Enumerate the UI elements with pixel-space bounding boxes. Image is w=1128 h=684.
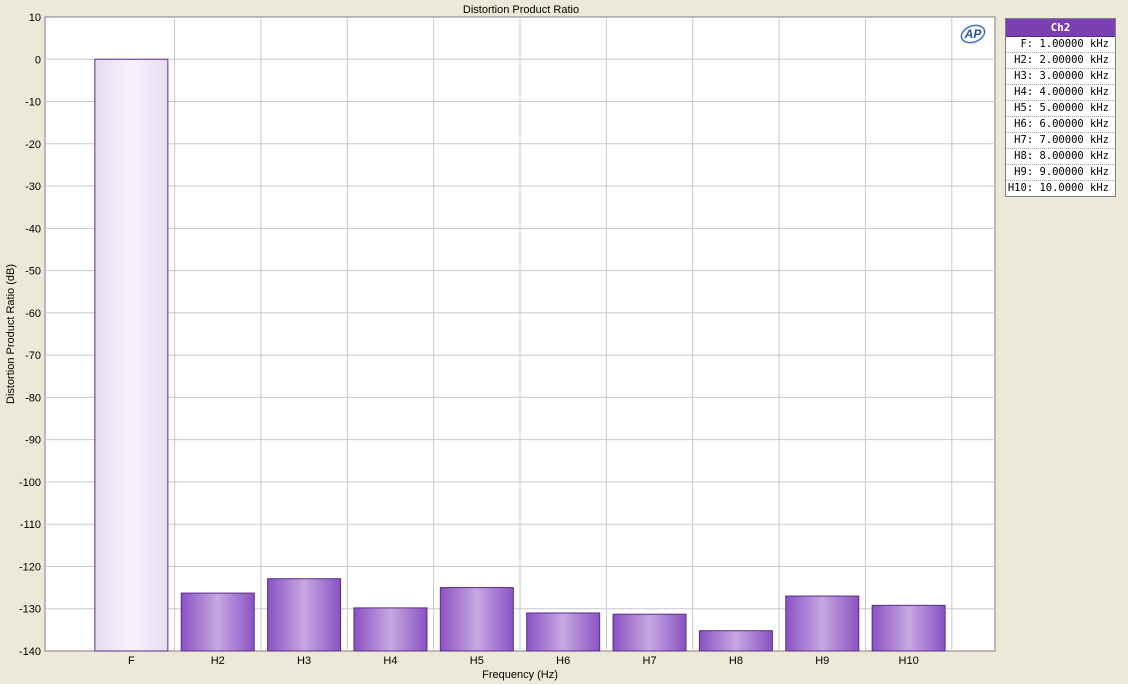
x-tick-label: H2 xyxy=(211,655,225,667)
x-tick-label: F xyxy=(128,655,135,667)
y-tick-label: -90 xyxy=(25,435,41,447)
bar-h4[interactable] xyxy=(353,607,428,652)
legend-header[interactable]: Ch2 xyxy=(1006,19,1115,37)
legend-item: H2: 2.00000 kHz xyxy=(1006,53,1115,69)
x-tick-label: H7 xyxy=(643,655,657,667)
bar-h9[interactable] xyxy=(785,595,860,652)
x-tick-label: H6 xyxy=(556,655,570,667)
y-tick-label: -40 xyxy=(25,223,41,235)
y-tick-label: -130 xyxy=(19,604,41,616)
legend-item: H10: 10.0000 kHz xyxy=(1007,182,1109,194)
y-tick-label: -30 xyxy=(25,181,41,193)
legend-item: F: 1.00000 kHz xyxy=(1006,37,1115,53)
y-tick-label: 0 xyxy=(35,54,41,66)
legend-item: H9: 9.00000 kHz xyxy=(1006,165,1115,181)
y-axis-label: Distortion Product Ratio (dB) xyxy=(5,264,17,404)
y-tick-label: -120 xyxy=(19,561,41,573)
x-tick-label: H8 xyxy=(729,655,743,667)
x-tick-label: H3 xyxy=(297,655,311,667)
legend-item: H7: 7.00000 kHz xyxy=(1006,133,1115,149)
x-tick-label: H4 xyxy=(383,655,397,667)
chart-title: Distortion Product Ratio xyxy=(463,4,579,16)
legend-item: H4: 4.00000 kHz xyxy=(1006,85,1115,101)
legend-item: H8: 8.00000 kHz xyxy=(1006,149,1115,165)
ap-logo-text: AP xyxy=(964,27,983,41)
legend-item: H5: 5.00000 kHz xyxy=(1006,101,1115,117)
y-tick-label: -140 xyxy=(19,646,41,658)
y-tick-label: 10 xyxy=(29,12,41,24)
bar-h5[interactable] xyxy=(439,587,514,652)
y-tick-label: -100 xyxy=(19,477,41,489)
bar-h10[interactable] xyxy=(871,604,946,652)
bar-h8[interactable] xyxy=(698,630,773,652)
x-tick-label: H10 xyxy=(899,655,919,667)
bar-h6[interactable] xyxy=(526,612,601,652)
bar-h2[interactable] xyxy=(180,592,255,652)
bar-h3[interactable] xyxy=(267,578,342,652)
y-tick-label: -80 xyxy=(25,392,41,404)
x-tick-label: H9 xyxy=(815,655,829,667)
y-tick-label: -70 xyxy=(25,350,41,362)
y-tick-label: -110 xyxy=(20,519,41,531)
legend: Ch2 F: 1.00000 kHz H2: 2.00000 kHz H3: 3.0… xyxy=(1005,18,1116,197)
y-tick-label: -10 xyxy=(25,97,41,109)
y-tick-label: -60 xyxy=(25,308,41,320)
bar-h7[interactable] xyxy=(612,613,687,652)
x-tick-label: H5 xyxy=(470,655,484,667)
y-tick-label: -20 xyxy=(25,139,41,151)
x-axis-label: Frequency (Hz) xyxy=(482,669,558,681)
y-tick-label: -50 xyxy=(25,266,41,278)
bar-f[interactable] xyxy=(94,58,169,652)
legend-item: H3: 3.00000 kHz xyxy=(1006,69,1115,85)
chart: Distortion Product Ratio 10 0 -10 -20 -30 -40… xyxy=(5,4,996,681)
legend-item: H6: 6.00000 kHz xyxy=(1006,117,1115,133)
